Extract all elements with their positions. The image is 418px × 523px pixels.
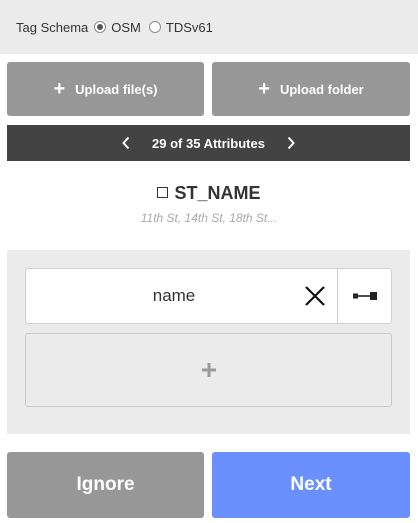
tag-key-input[interactable]	[26, 269, 292, 323]
attribute-sample-values: 11th St, 14th St, 18th St...	[140, 211, 278, 225]
add-tag-button[interactable]	[25, 333, 392, 407]
attribute-title: ST_NAME	[0, 183, 418, 204]
attribute-navigator: 29 of 35 Attributes	[7, 125, 410, 161]
schema-option-label[interactable]: OSM	[111, 20, 141, 35]
tag-schema-bar: Tag Schema OSM TDSv61	[0, 0, 418, 54]
upload-folder-label: Upload folder	[279, 81, 364, 97]
upload-folder-button[interactable]: + Upload folder	[212, 62, 410, 116]
next-button[interactable]: Next	[212, 452, 410, 518]
schema-option-tdsv61[interactable]: TDSv61	[148, 20, 213, 35]
upload-files-label: Upload file(s)	[75, 81, 158, 97]
schema-option-label[interactable]: TDSv61	[166, 20, 213, 35]
checkbox-icon[interactable]	[157, 187, 169, 198]
chevron-left-icon[interactable]	[114, 131, 138, 155]
upload-files-button[interactable]: + Upload file(s)	[7, 62, 204, 116]
plus-icon: +	[258, 78, 270, 100]
tag-mapping-panel	[7, 250, 410, 434]
close-icon[interactable]	[292, 269, 337, 323]
attribute-counter: 29 of 35 Attributes	[152, 135, 265, 151]
plus-icon: +	[53, 78, 66, 100]
schema-option-osm[interactable]: OSM	[94, 20, 141, 35]
attribute-name: ST_NAME	[174, 183, 261, 203]
link-toggle-icon[interactable]	[337, 269, 391, 323]
plus-icon	[201, 363, 216, 377]
tag-schema-label: Tag Schema	[16, 19, 89, 35]
radio-checked-icon[interactable]	[94, 21, 107, 33]
chevron-right-icon[interactable]	[279, 131, 303, 155]
radio-unchecked-icon[interactable]	[148, 21, 161, 33]
tag-mapping-row	[25, 268, 392, 324]
ignore-button[interactable]: Ignore	[7, 452, 204, 518]
